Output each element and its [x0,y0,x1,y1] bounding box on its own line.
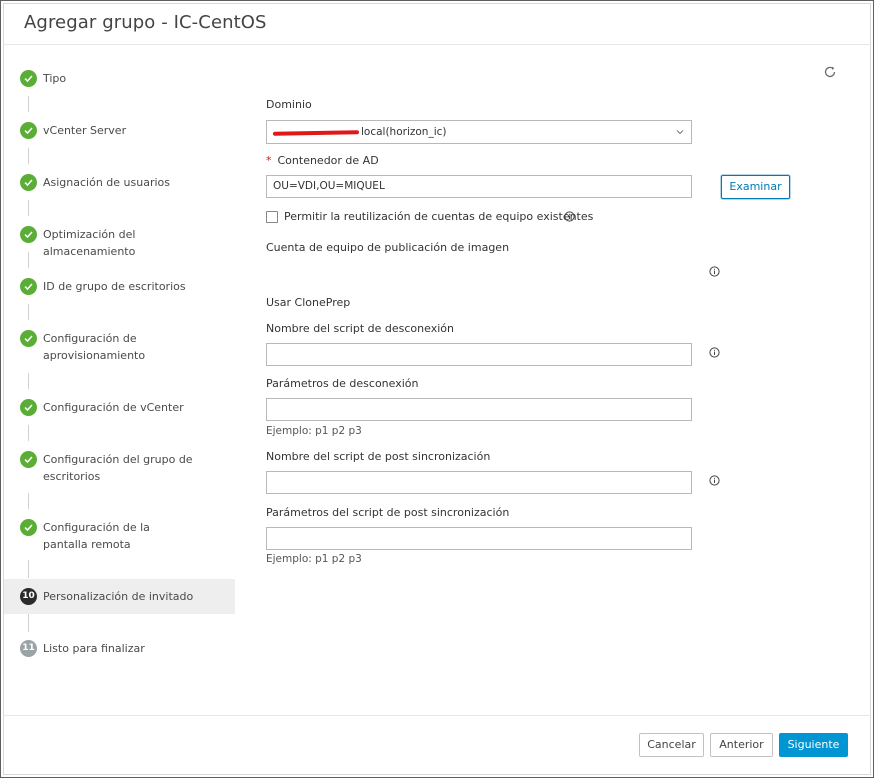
step-ready-to-complete[interactable]: 11 Listo para finalizar [4,640,235,657]
postsync-script-label: Nombre del script de post sincronización [266,450,491,463]
step-label: Optimización del almacenamiento [43,228,136,258]
cloneprep-label: Usar ClonePrep [266,296,351,309]
step-label: Tipo [43,72,67,85]
step-label: ID de grupo de escritorios [43,280,186,293]
step-number-badge: 11 [20,640,37,657]
domain-select[interactable]: local(horizon_ic) [266,120,692,144]
step-label: Configuración de vCenter [43,401,184,414]
ad-container-input[interactable]: OU=VDI,OU=MIQUEL [266,175,692,198]
dialog-title: Agregar grupo - IC-CentOS [24,12,267,33]
info-icon[interactable] [709,475,720,486]
check-icon [20,330,37,347]
browse-button[interactable]: Examinar [721,175,790,199]
step-storage-optimization[interactable]: Optimización del almacenamiento [4,226,235,258]
ad-container-label: * Contenedor de AD [266,154,379,167]
check-icon [20,399,37,416]
step-connector [28,493,29,509]
step-label: Listo para finalizar [43,642,145,655]
image-publishing-account-label: Cuenta de equipo de publicación de image… [266,241,510,254]
step-connector [28,96,29,112]
check-icon [20,70,37,87]
step-desktop-pool-id[interactable]: ID de grupo de escritorios [4,278,235,295]
info-icon[interactable] [709,347,720,358]
postsync-params-label: Parámetros del script de post sincroniza… [266,506,510,519]
step-connector [28,304,29,320]
ad-container-label-text: Contenedor de AD [277,154,379,167]
step-connector [28,200,29,216]
check-icon [20,226,37,243]
step-label: Configuración de la pantalla remota [43,521,150,551]
redaction-mark [272,130,360,136]
refresh-icon[interactable] [823,65,837,79]
step-number-badge: 10 [20,588,37,605]
check-icon [20,519,37,536]
chevron-down-icon [676,130,684,135]
dialog-frame [3,3,871,775]
step-vcenter-settings[interactable]: Configuración de vCenter [4,399,235,416]
check-icon [20,122,37,139]
required-asterisk: * [266,154,272,167]
info-icon[interactable] [564,211,575,222]
step-provisioning-settings[interactable]: Configuración de aprovisionamiento [4,330,235,364]
step-user-assignment[interactable]: Asignación de usuarios [4,174,235,191]
step-connector [28,425,29,441]
check-icon [20,451,37,468]
reuse-accounts-label[interactable]: Permitir la reutilización de cuentas de … [284,210,593,223]
step-guest-customization[interactable]: 10 Personalización de invitado [4,579,235,614]
step-label: Configuración del grupo de escritorios [43,453,193,483]
postsync-script-input[interactable] [266,471,692,494]
step-label: vCenter Server [43,124,127,137]
step-label: Asignación de usuarios [43,176,171,189]
step-tipo[interactable]: Tipo [4,70,235,87]
domain-label: Dominio [266,98,312,111]
step-vcenter-server[interactable]: vCenter Server [4,122,235,139]
next-button[interactable]: Siguiente [779,733,848,757]
header-divider [3,44,871,45]
postsync-params-hint: Ejemplo: p1 p2 p3 [266,553,362,565]
step-label: Configuración de aprovisionamiento [43,332,146,362]
postsync-params-input[interactable] [266,527,692,550]
info-icon[interactable] [709,266,720,277]
check-icon [20,278,37,295]
poweroff-params-input[interactable] [266,398,692,421]
poweroff-script-input[interactable] [266,343,692,366]
domain-value: local(horizon_ic) [361,126,447,138]
add-pool-dialog [0,0,874,778]
check-icon [20,174,37,191]
poweroff-params-hint: Ejemplo: p1 p2 p3 [266,425,362,437]
poweroff-script-label: Nombre del script de desconexión [266,322,454,335]
step-connector [28,373,29,389]
step-connector [28,560,29,578]
footer-divider [3,715,871,716]
step-connector [28,148,29,164]
step-connector [28,252,29,268]
step-remote-display-settings[interactable]: Configuración de la pantalla remota [4,519,235,553]
step-desktop-pool-settings[interactable]: Configuración del grupo de escritorios [4,451,235,485]
poweroff-params-label: Parámetros de desconexión [266,377,419,390]
cancel-button[interactable]: Cancelar [639,733,704,757]
step-connector [28,614,29,632]
previous-button[interactable]: Anterior [710,733,773,757]
step-label: Personalización de invitado [43,590,194,603]
reuse-accounts-checkbox[interactable] [266,211,278,223]
